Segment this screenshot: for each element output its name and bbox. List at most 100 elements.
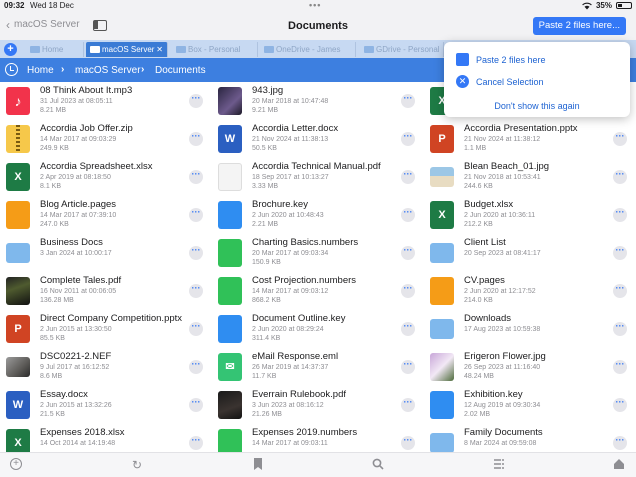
- paste-files-button[interactable]: Paste 2 files here...: [532, 17, 626, 35]
- select-icon[interactable]: [492, 458, 506, 472]
- file-item[interactable]: Family Documents 8 Mar 2024 at 09:59:08 ··…: [424, 424, 636, 452]
- more-options-icon[interactable]: ···: [401, 398, 415, 412]
- more-options-icon[interactable]: ···: [401, 436, 415, 450]
- more-options-icon[interactable]: ···: [401, 246, 415, 260]
- file-item[interactable]: 943.jpg 20 Mar 2018 at 10:47:48 9.21 MB ···: [212, 82, 424, 120]
- navigation-bar: ‹ macOS Server Documents Paste 2 files h…: [0, 12, 636, 40]
- more-options-icon[interactable]: ···: [401, 94, 415, 108]
- home-icon[interactable]: [612, 458, 626, 472]
- file-size: 311.4 KB: [252, 335, 281, 342]
- more-options-icon[interactable]: ···: [613, 284, 627, 298]
- bookmark-icon[interactable]: [251, 458, 265, 472]
- more-options-icon[interactable]: ···: [189, 246, 203, 260]
- file-item[interactable]: Accordia Job Offer.zip 14 Mar 2017 at 09:…: [0, 120, 212, 158]
- more-options-icon[interactable]: ···: [189, 360, 203, 374]
- cancel-selection-button[interactable]: Cancel Selection: [476, 77, 544, 87]
- more-options-icon[interactable]: ···: [613, 360, 627, 374]
- file-size: 244.6 KB: [464, 183, 493, 190]
- file-item[interactable]: X Accordia Spreadsheet.xlsx 2 Apr 2019 at …: [0, 158, 212, 196]
- more-options-icon[interactable]: ···: [189, 284, 203, 298]
- file-item[interactable]: Client List 20 Sep 2023 at 08:41:17 ···: [424, 234, 636, 272]
- file-item[interactable]: Cost Projection.numbers 14 Mar 2017 at 09…: [212, 272, 424, 310]
- more-options-icon[interactable]: ···: [401, 208, 415, 222]
- tab-onedrive-james[interactable]: OneDrive - James: [260, 42, 356, 57]
- file-date: 20 Mar 2017 at 09:03:34: [252, 250, 329, 257]
- file-item[interactable]: Erigeron Flower.jpg 26 Sep 2023 at 11:16:…: [424, 348, 636, 386]
- file-item[interactable]: Complete Tales.pdf 16 Nov 2011 at 00:06:0…: [0, 272, 212, 310]
- file-name: 943.jpg: [252, 85, 284, 96]
- photo-icon: [218, 87, 242, 115]
- history-icon[interactable]: [5, 63, 18, 76]
- bottom-toolbar: + ↻: [0, 452, 636, 477]
- breadcrumb-documents[interactable]: Documents: [155, 65, 206, 76]
- file-item[interactable]: CV.pages 2 Jun 2020 at 12:17:52 214.0 KB ··…: [424, 272, 636, 310]
- file-item[interactable]: Downloads 17 Aug 2023 at 10:59:38 ···: [424, 310, 636, 348]
- tab-box-personal[interactable]: Box - Personal: [172, 42, 258, 57]
- file-date: 2 Jun 2020 at 10:36:11: [464, 212, 536, 219]
- tab-gdrive-personal[interactable]: GDrive - Personal: [360, 42, 444, 57]
- more-options-icon[interactable]: ···: [613, 208, 627, 222]
- more-options-icon[interactable]: ···: [401, 360, 415, 374]
- dont-show-again-button[interactable]: Don't show this again: [444, 101, 630, 111]
- more-options-icon[interactable]: ···: [189, 208, 203, 222]
- file-item[interactable]: W Essay.docx 2 Jun 2015 at 13:32:26 21.5 KB…: [0, 386, 212, 424]
- more-options-icon[interactable]: ···: [613, 246, 627, 260]
- file-item[interactable]: Charting Basics.numbers 20 Mar 2017 at 09…: [212, 234, 424, 272]
- search-icon[interactable]: [371, 458, 385, 472]
- file-item[interactable]: Everrain Rulebook.pdf 3 Jun 2023 at 08:16…: [212, 386, 424, 424]
- tab-home[interactable]: Home: [26, 42, 84, 57]
- file-item[interactable]: ✉ eMail Response.eml 26 Mar 2019 at 14:37:…: [212, 348, 424, 386]
- file-item[interactable]: Exhibition.key 12 Aug 2019 at 09:30:34 2.0…: [424, 386, 636, 424]
- more-options-icon[interactable]: ···: [401, 322, 415, 336]
- file-item[interactable]: P Direct Company Competition.pptx 2 Jun 20…: [0, 310, 212, 348]
- file-name: Accordia Technical Manual.pdf: [252, 161, 381, 172]
- breadcrumb-home[interactable]: Home: [27, 65, 54, 76]
- more-options-icon[interactable]: ···: [189, 322, 203, 336]
- add-tab-button[interactable]: +: [4, 43, 17, 56]
- file-size: 150.9 KB: [252, 259, 281, 266]
- tab-macos-server[interactable]: macOS Server ✕: [86, 42, 168, 57]
- file-item[interactable]: Blog Article.pages 14 Mar 2017 at 07:39:1…: [0, 196, 212, 234]
- file-item[interactable]: P Accordia Presentation.pptx 21 Nov 2024 a…: [424, 120, 636, 158]
- more-options-icon[interactable]: ···: [189, 398, 203, 412]
- more-options-icon[interactable]: ···: [401, 284, 415, 298]
- file-item[interactable]: Accordia Technical Manual.pdf 18 Sep 2017…: [212, 158, 424, 196]
- more-options-icon[interactable]: ···: [401, 132, 415, 146]
- multitasking-dots-icon[interactable]: •••: [309, 0, 321, 10]
- breadcrumb-macos-server[interactable]: macOS Server: [75, 65, 141, 76]
- close-tab-icon[interactable]: ✕: [156, 42, 163, 57]
- more-options-icon[interactable]: ···: [189, 94, 203, 108]
- folder-icon: [430, 433, 454, 452]
- more-options-icon[interactable]: ···: [613, 398, 627, 412]
- add-icon[interactable]: +: [10, 458, 22, 470]
- file-item[interactable]: Blean Beach_01.jpg 21 Nov 2018 at 10:53:4…: [424, 158, 636, 196]
- more-options-icon[interactable]: ···: [189, 132, 203, 146]
- file-name: Everrain Rulebook.pdf: [252, 389, 346, 400]
- file-item[interactable]: W Accordia Letter.docx 21 Nov 2024 at 11:3…: [212, 120, 424, 158]
- battery-percentage: 35%: [595, 1, 612, 10]
- more-options-icon[interactable]: ···: [613, 132, 627, 146]
- more-options-icon[interactable]: ···: [613, 436, 627, 450]
- more-options-icon[interactable]: ···: [189, 436, 203, 450]
- file-item[interactable]: Business Docs 3 Jan 2024 at 10:00:17 ···: [0, 234, 212, 272]
- file-item[interactable]: X Budget.xlsx 2 Jun 2020 at 10:36:11 212.2 …: [424, 196, 636, 234]
- file-item[interactable]: Brochure.key 2 Jun 2020 at 10:48:43 2.21 M…: [212, 196, 424, 234]
- paste-here-button[interactable]: Paste 2 files here: [476, 55, 546, 65]
- file-item[interactable]: DSC0221-2.NEF 9 Jul 2017 at 16:12:52 8.6 M…: [0, 348, 212, 386]
- file-item[interactable]: X Expenses 2018.xlsx 14 Oct 2014 at 14:19:…: [0, 424, 212, 452]
- music-icon: ♪: [6, 87, 30, 115]
- file-name: Budget.xlsx: [464, 199, 514, 210]
- photo-icon: [218, 391, 242, 419]
- file-date: 2 Jun 2020 at 12:17:52: [464, 288, 536, 295]
- file-size: 8.6 MB: [40, 373, 63, 380]
- more-options-icon[interactable]: ···: [401, 170, 415, 184]
- file-size: 21.5 KB: [40, 411, 65, 418]
- more-options-icon[interactable]: ···: [189, 170, 203, 184]
- more-options-icon[interactable]: ···: [613, 322, 627, 336]
- file-item[interactable]: Document Outline.key 2 Jun 2020 at 08:29:…: [212, 310, 424, 348]
- more-options-icon[interactable]: ···: [613, 170, 627, 184]
- refresh-icon[interactable]: ↻: [130, 458, 144, 472]
- file-date: 18 Sep 2017 at 10:13:27: [252, 174, 329, 181]
- file-item[interactable]: ♪ 08 Think About It.mp3 31 Jul 2023 at 08:…: [0, 82, 212, 120]
- file-item[interactable]: Expenses 2019.numbers 14 Mar 2017 at 09:0…: [212, 424, 424, 452]
